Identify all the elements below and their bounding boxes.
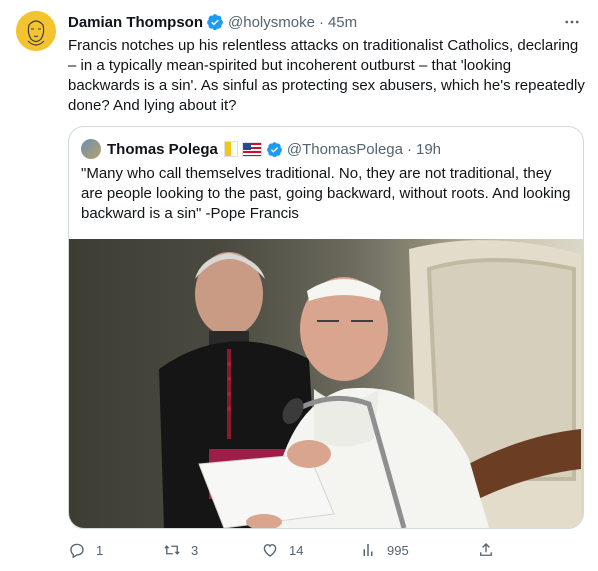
quoted-header-separator: ·	[406, 140, 412, 158]
like-button[interactable]: 14	[261, 541, 359, 559]
author-avatar-sketch	[16, 11, 56, 51]
reply-icon	[70, 543, 84, 559]
quoted-author-handle[interactable]: @ThomasPolega	[287, 141, 403, 158]
tweet-action-bar: 1 3 14 995	[68, 539, 588, 561]
views-icon	[363, 544, 373, 556]
quoted-tweet-text: "Many who call themselves traditional. N…	[81, 165, 571, 222]
retweet-count: 3	[191, 542, 199, 558]
share-icon	[480, 543, 492, 556]
quoted-timestamp[interactable]: 19h	[416, 141, 441, 158]
header-separator: ·	[318, 13, 324, 31]
author-name[interactable]: Damian Thompson	[68, 14, 203, 31]
verified-icon	[207, 14, 223, 31]
reply-count: 1	[96, 542, 104, 558]
quoted-tweet-photo[interactable]	[69, 239, 583, 528]
view-count: 995	[387, 542, 409, 558]
us-flag-icon	[241, 141, 262, 157]
retweet-button[interactable]: 3	[163, 541, 261, 559]
vatican-flag-icon	[223, 141, 238, 157]
retweet-icon	[164, 545, 180, 555]
like-icon	[263, 544, 277, 557]
quoted-tweet[interactable]: Thomas Polega @ThomasPolega · 19h "Many …	[68, 126, 584, 529]
quoted-author-name[interactable]: Thomas Polega	[107, 141, 218, 158]
tweet-text: Francis notches up his relentless attack…	[68, 37, 585, 114]
views-button[interactable]: 995	[359, 541, 477, 559]
verified-icon	[266, 141, 282, 157]
pope-photo-illustration	[159, 240, 581, 528]
author-handle[interactable]: @holysmoke	[228, 14, 315, 31]
tweet-header: Damian Thompson @holysmoke · 45m	[68, 12, 582, 32]
reply-button[interactable]: 1	[68, 541, 163, 559]
tweet-timestamp[interactable]: 45m	[328, 14, 357, 31]
share-button[interactable]	[477, 541, 505, 559]
quoted-tweet-header: Thomas Polega @ThomasPolega · 19h	[81, 139, 441, 159]
like-count: 14	[289, 542, 304, 558]
quoted-author-avatar[interactable]	[81, 139, 101, 159]
author-avatar[interactable]	[16, 11, 56, 51]
more-icon[interactable]	[562, 12, 582, 32]
